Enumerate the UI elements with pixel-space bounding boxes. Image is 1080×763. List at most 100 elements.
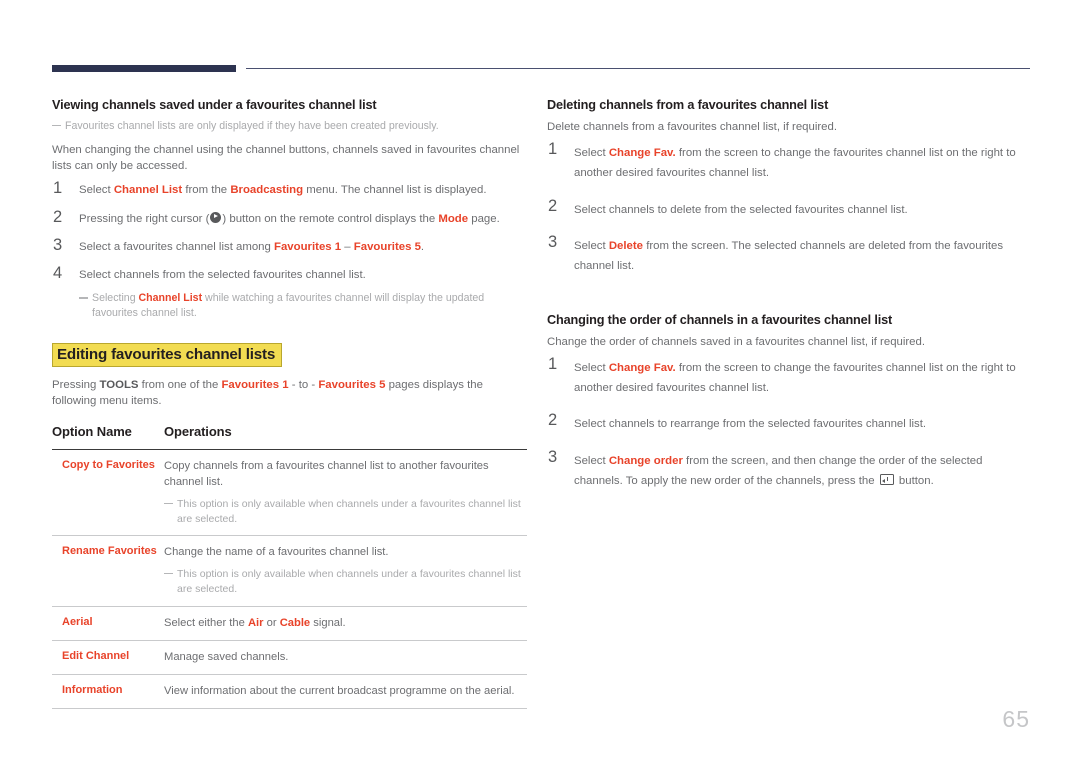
header-bar-thick [52, 65, 236, 72]
manual-page: Viewing channels saved under a favourite… [0, 0, 1080, 763]
table-cell-operations: Select either the Air or Cable signal. [164, 615, 527, 631]
text-run: page. [468, 212, 500, 225]
accent-term: Delete [608, 240, 644, 253]
section-title-viewing-channels: Viewing channels saved under a favourite… [52, 98, 377, 112]
table-row: Copy to Favorites Copy channels from a fa… [52, 450, 527, 535]
table-row: Information View information about the cu… [52, 675, 527, 708]
table-cell-option-name: Copy to Favorites [62, 459, 155, 472]
intro-viewing-channels: When changing the channel using the chan… [52, 144, 520, 173]
table-row: Aerial Select either the Air or Cable sig… [52, 607, 527, 640]
step-number: 1 [548, 140, 558, 159]
text-run: menu. The channel list is displayed. [303, 184, 487, 197]
table-cell-option-name: Rename Favorites [62, 545, 157, 558]
step-item: 4 Select channels from the selected favou… [52, 263, 526, 283]
intro-changing-order: Change the order of channels saved in a … [547, 335, 926, 348]
step-item: 2 Select channels to delete from the sele… [547, 196, 1031, 220]
text-run: Select [574, 240, 609, 253]
step-text: Select a favourites channel list among F… [79, 239, 526, 255]
accent-term: Broadcasting [230, 184, 304, 197]
accent-term: Change order [608, 454, 683, 467]
right-column: Deleting channels from a favourites chan… [547, 98, 1031, 507]
left-column: Viewing channels saved under a favourite… [52, 98, 527, 710]
text-run: ) button on the remote control displays … [222, 212, 439, 225]
accent-term: Cable [279, 616, 311, 629]
steps-viewing-channels: 1 Select Channel List from the Broadcasti… [52, 179, 526, 283]
text-run: from one of the [138, 379, 222, 392]
accent-term: Favourites 1 [221, 379, 289, 392]
text-run: Select channels to delete from the selec… [574, 203, 908, 216]
steps-deleting-channels: 1 Select Change Fav. from the screen to c… [547, 140, 1031, 277]
step-text: Select channels to rearrange from the se… [574, 414, 1031, 434]
table-row-rule [52, 708, 527, 710]
step-item: 1 Select Change Fav. from the screen to c… [547, 354, 1031, 399]
table-header-row: Option Name Operations [52, 424, 527, 449]
step-text: Select Channel List from the Broadcastin… [79, 182, 526, 198]
section-title-editing-favourites: Editing favourites channel lists [52, 343, 283, 368]
step-number: 1 [53, 179, 63, 198]
step-number: 4 [53, 263, 63, 282]
table-body: Copy to Favorites Copy channels from a fa… [52, 450, 527, 710]
operation-note: This option is only available when chann… [164, 567, 527, 597]
step-item: 3 Select Change order from the screen, an… [547, 448, 1031, 492]
text-run: or [263, 616, 280, 629]
step-item: 3 Select Delete from the screen. The sele… [547, 233, 1031, 277]
text-run: Selecting [92, 292, 139, 305]
text-run: Select [574, 147, 609, 160]
step-number: 2 [548, 411, 558, 430]
accent-term: Channel List [138, 292, 203, 305]
operation-text: Copy channels from a favourites channel … [164, 460, 489, 489]
step-number: 3 [548, 233, 558, 252]
text-run: Select either the [164, 616, 248, 629]
column-header-operations: Operations [164, 423, 232, 439]
accent-term: Change Fav. [608, 361, 676, 374]
strong-term: TOOLS [99, 379, 139, 392]
accent-term: Channel List [113, 184, 183, 197]
table-cell-operations: Change the name of a favourites channel … [164, 544, 527, 596]
operation-text: Manage saved channels. [164, 650, 289, 663]
step-text: Select channels from the selected favour… [79, 267, 526, 283]
accent-term: Favourites 1 [274, 240, 342, 253]
step-number: 1 [548, 354, 558, 373]
text-run: – [341, 240, 354, 253]
section-title-deleting-channels: Deleting channels from a favourites chan… [547, 98, 829, 112]
text-run: Pressing the right cursor ( [79, 212, 210, 225]
accent-term: Change Fav. [608, 147, 676, 160]
text-run: signal. [310, 616, 346, 629]
text-run: Select channels to rearrange from the se… [574, 418, 927, 431]
table-cell-operations: Manage saved channels. [164, 649, 527, 665]
table-cell-option-name: Edit Channel [62, 649, 130, 662]
step-number: 3 [53, 235, 63, 254]
enter-button-icon [879, 474, 894, 486]
operation-text: View information about the current broad… [164, 684, 515, 697]
operation-note: This option is only available when chann… [164, 497, 527, 527]
text-run: Select a favourites channel list among [79, 240, 275, 253]
operation-text: Change the name of a favourites channel … [164, 546, 389, 559]
note-favourites-displayed: Favourites channel lists are only displa… [52, 119, 526, 134]
accent-term: Favourites 5 [353, 240, 421, 253]
table-cell-option-name: Information [62, 683, 123, 696]
text-run: Pressing [52, 379, 100, 392]
header-rule [52, 63, 1030, 75]
intro-deleting-channels: Delete channels from a favourites channe… [547, 121, 837, 133]
step-text: Select Change Fav. from the screen to ch… [574, 143, 1031, 184]
step-number: 2 [53, 207, 63, 226]
step-text: Select Delete from the screen. The selec… [574, 236, 1031, 277]
step-text: Select Change order from the screen, and… [574, 451, 1031, 492]
text-run: Select [79, 184, 114, 197]
accent-term: Mode [438, 212, 469, 225]
step-number: 2 [548, 196, 558, 215]
text-run: from the [182, 184, 231, 197]
table-cell-operations: Copy channels from a favourites channel … [164, 458, 527, 526]
steps-changing-order: 1 Select Change Fav. from the screen to c… [547, 354, 1031, 492]
text-run: button. [895, 475, 934, 488]
table-cell-option-name: Aerial [62, 615, 93, 628]
table-row: Rename Favorites Change the name of a fav… [52, 536, 527, 605]
note-selecting-channel-list: Selecting Channel List while watching a … [79, 291, 526, 321]
header-bar-thin [246, 68, 1030, 70]
options-table: Option Name Operations Copy to Favorites… [52, 424, 527, 710]
step-text: Pressing the right cursor ( ) button on t… [79, 211, 526, 227]
intro-editing-favourites: Pressing TOOLS from one of the Favourite… [52, 377, 526, 409]
page-number: 65 [1002, 706, 1030, 732]
